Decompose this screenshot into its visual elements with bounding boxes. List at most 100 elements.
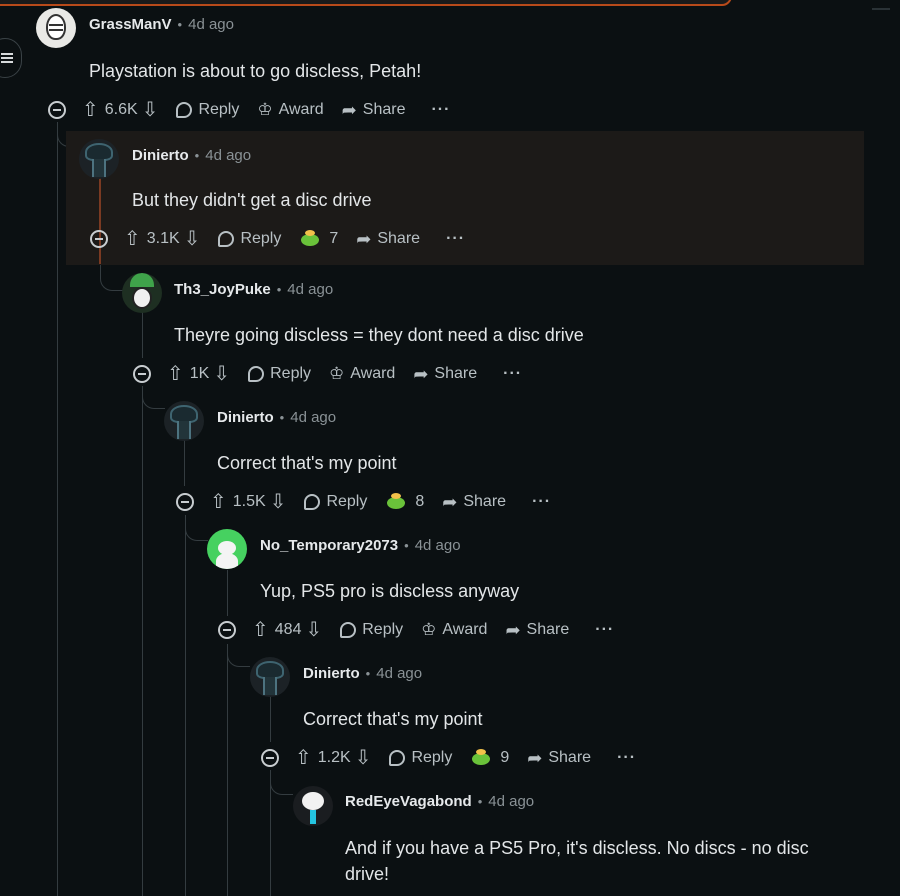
upvote-icon[interactable]: ⇧ (82, 100, 99, 120)
frog-award-icon (299, 230, 321, 248)
avatar[interactable] (36, 8, 76, 48)
scrollbar[interactable] (872, 8, 890, 10)
reply-button[interactable]: Reply (176, 101, 239, 119)
reply-icon (176, 102, 193, 118)
avatar[interactable] (250, 657, 290, 697)
timestamp[interactable]: 4d ago (287, 281, 333, 298)
share-button[interactable]: ➦ Share (442, 492, 506, 513)
timestamp[interactable]: 4d ago (290, 409, 336, 426)
comment-meta: GrassManV • 4d ago (89, 16, 234, 33)
avatar[interactable] (293, 786, 333, 826)
collapse-icon[interactable] (261, 749, 279, 767)
reply-icon (248, 366, 265, 382)
username[interactable]: No_Temporary2073 (260, 537, 398, 554)
reply-button[interactable]: Reply (248, 365, 311, 383)
avatar[interactable] (79, 139, 119, 179)
share-button[interactable]: ➦ Share (505, 620, 569, 641)
share-icon: ➦ (413, 363, 429, 384)
timestamp[interactable]: 4d ago (415, 537, 461, 554)
share-button[interactable]: ➦ Share (356, 229, 420, 250)
thread-line[interactable] (57, 122, 58, 896)
more-options-button[interactable]: ··· (532, 493, 551, 511)
comment-actions: ⇧ 3.1K ⇩ Reply 7 ➦ Share ··· (90, 227, 465, 251)
award-button[interactable]: 8 (385, 493, 424, 511)
downvote-icon[interactable]: ⇩ (213, 364, 230, 384)
collapse-icon[interactable] (133, 365, 151, 383)
reply-button[interactable]: Reply (389, 749, 452, 767)
timestamp[interactable]: 4d ago (188, 16, 234, 33)
comment-actions: ⇧ 1.5K ⇩ Reply 8 ➦ Share ··· (176, 490, 551, 514)
upvote-icon[interactable]: ⇧ (295, 748, 312, 768)
downvote-icon[interactable]: ⇩ (305, 620, 322, 640)
comment-body: Playstation is about to go discless, Pet… (89, 61, 422, 81)
comment-body-line: And if you have a PS5 Pro, it's discless… (345, 838, 809, 858)
more-options-button[interactable]: ··· (503, 365, 522, 383)
collapse-icon[interactable] (176, 493, 194, 511)
comment-actions: ⇧ 484 ⇩ Reply ♔ Award ➦ Share ··· (218, 618, 614, 642)
reply-button[interactable]: Reply (218, 230, 281, 248)
reply-icon (340, 622, 357, 638)
share-icon: ➦ (341, 99, 357, 120)
menu-button[interactable] (0, 38, 22, 78)
more-options-button[interactable]: ··· (595, 621, 614, 639)
share-icon: ➦ (442, 491, 458, 512)
username[interactable]: Dinierto (217, 409, 274, 426)
vote-count: 484 (274, 621, 302, 638)
award-button[interactable]: ♔ Award (421, 620, 487, 640)
reply-icon (218, 231, 235, 247)
frog-award-icon (470, 749, 492, 767)
menu-icon (1, 53, 13, 63)
share-button[interactable]: ➦ Share (342, 100, 406, 121)
avatar[interactable] (164, 401, 204, 441)
vote-count: 1.2K (317, 749, 351, 766)
reply-icon (304, 494, 321, 510)
award-button[interactable]: ♔ Award (257, 100, 323, 120)
username[interactable]: Th3_JoyPuke (174, 281, 271, 298)
upvote-icon[interactable]: ⇧ (252, 620, 269, 640)
top-input-edge[interactable] (0, 0, 760, 6)
thread-line (270, 696, 271, 742)
more-options-button[interactable]: ··· (431, 101, 450, 119)
avatar[interactable] (122, 273, 162, 313)
collapse-icon[interactable] (48, 101, 66, 119)
avatar[interactable] (207, 529, 247, 569)
downvote-icon[interactable]: ⇩ (355, 748, 372, 768)
username[interactable]: Dinierto (303, 665, 360, 682)
username[interactable]: RedEyeVagabond (345, 793, 472, 810)
collapse-icon[interactable] (218, 621, 236, 639)
share-icon: ➦ (356, 228, 372, 249)
downvote-icon[interactable]: ⇩ (142, 100, 159, 120)
reply-button[interactable]: Reply (304, 493, 367, 511)
username[interactable]: Dinierto (132, 147, 189, 164)
thread-line (184, 440, 185, 486)
award-button[interactable]: 9 (470, 749, 509, 767)
award-icon: ♔ (257, 100, 273, 119)
timestamp[interactable]: 4d ago (376, 665, 422, 682)
username[interactable]: GrassManV (89, 16, 172, 33)
downvote-icon[interactable]: ⇩ (184, 229, 201, 249)
thread-line[interactable] (142, 386, 143, 896)
comment-actions: ⇧ 1.2K ⇩ Reply 9 ➦ Share ··· (261, 746, 636, 770)
award-icon: ♔ (421, 620, 437, 639)
reply-button[interactable]: Reply (340, 621, 403, 639)
timestamp[interactable]: 4d ago (488, 793, 534, 810)
comment-meta: Dinierto • 4d ago (303, 665, 423, 682)
upvote-icon[interactable]: ⇧ (210, 492, 227, 512)
award-button[interactable]: 7 (299, 230, 338, 248)
share-button[interactable]: ➦ Share (527, 748, 591, 769)
more-options-button[interactable]: ··· (617, 749, 636, 767)
reply-icon (389, 750, 406, 766)
share-button[interactable]: ➦ Share (413, 364, 477, 385)
more-options-button[interactable]: ··· (446, 230, 465, 248)
thread-line[interactable] (227, 644, 228, 896)
upvote-icon[interactable]: ⇧ (124, 229, 141, 249)
thread-line[interactable] (185, 515, 186, 896)
share-icon: ➦ (527, 747, 543, 768)
collapse-icon[interactable] (90, 230, 108, 248)
award-button[interactable]: ♔ Award (329, 364, 395, 384)
downvote-icon[interactable]: ⇩ (270, 492, 287, 512)
timestamp[interactable]: 4d ago (205, 147, 251, 164)
upvote-icon[interactable]: ⇧ (167, 364, 184, 384)
thread-branch (270, 776, 293, 795)
vote-count: 1K (189, 365, 210, 382)
